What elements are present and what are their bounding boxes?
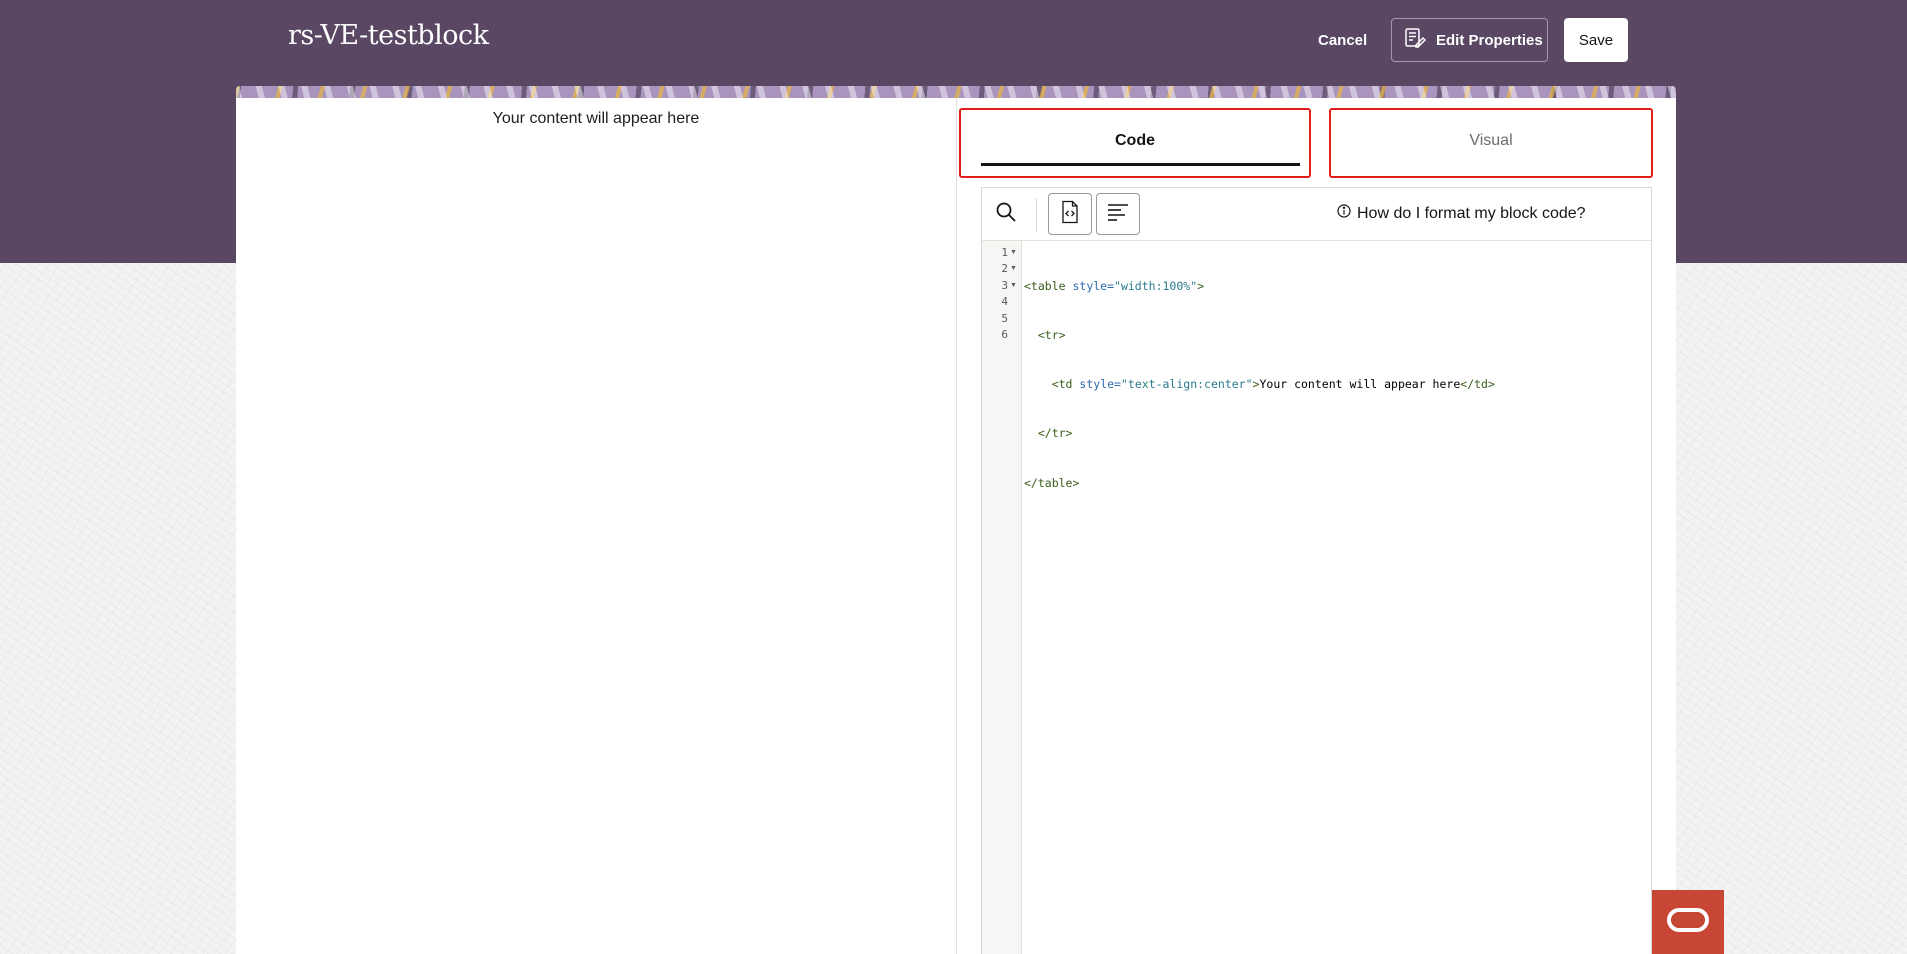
search-icon [995,201,1017,228]
line-number: 2 [1001,262,1008,276]
format-code-button[interactable] [1096,193,1140,235]
pane-divider [956,98,957,954]
page-title: rs-VE-testblock [288,20,489,51]
toolbar-separator [1036,198,1037,232]
edit-properties-label: Edit Properties [1436,31,1543,49]
cancel-button[interactable]: Cancel [1310,26,1375,56]
save-label: Save [1578,31,1614,49]
editor-card: Your content will appear here Code Visua… [236,86,1676,954]
oracle-chat-button[interactable] [1652,890,1724,954]
help-link-label: How do I format my block code? [1357,204,1586,222]
code-line: <tr> [1037,328,1066,343]
help-link[interactable]: How do I format my block code? [1337,204,1586,223]
editor-toolbar: How do I format my block code? [982,188,1651,241]
tab-code[interactable]: Code [959,108,1311,178]
line-number: 5 [1001,311,1008,325]
tab-visual[interactable]: Visual [1329,108,1653,178]
oracle-logo-icon [1666,907,1710,938]
code-line: </tr> [1037,426,1073,441]
fold-toggle-icon[interactable]: ▼ [1010,245,1017,261]
line-number-gutter: 1 ▼ 2 ▼ 3 ▼ 4 5 6 [982,241,1022,954]
code-line: <table style="width:100%"> [1024,278,1205,293]
decorative-banner [236,86,1676,98]
code-line: </table> [1024,475,1080,490]
edit-properties-button[interactable]: Edit Properties [1391,18,1548,62]
line-number: 4 [1001,295,1008,309]
info-icon [1337,204,1351,223]
search-button[interactable] [990,198,1022,230]
code-editor: How do I format my block code? 1 ▼ 2 ▼ 3… [981,187,1652,954]
fold-toggle-icon[interactable]: ▼ [1010,278,1017,294]
line-number: 6 [1001,328,1008,341]
line-number: 3 [1001,278,1008,292]
source-file-button[interactable] [1048,193,1092,235]
active-tab-indicator [981,163,1300,166]
code-text-area[interactable]: <table style="width:100%"> <tr> <td styl… [1024,245,1644,573]
tab-visual-label: Visual [1469,132,1513,149]
code-line: <td style="text-align:center">Your conte… [1051,377,1495,392]
edit-properties-icon [1404,27,1427,53]
preview-content: Your content will appear here [492,110,700,127]
format-align-icon [1106,202,1130,227]
line-number: 1 [1001,246,1008,259]
fold-toggle-icon[interactable]: ▼ [1010,261,1017,277]
source-file-icon [1060,200,1080,229]
save-button[interactable]: Save [1564,18,1628,62]
